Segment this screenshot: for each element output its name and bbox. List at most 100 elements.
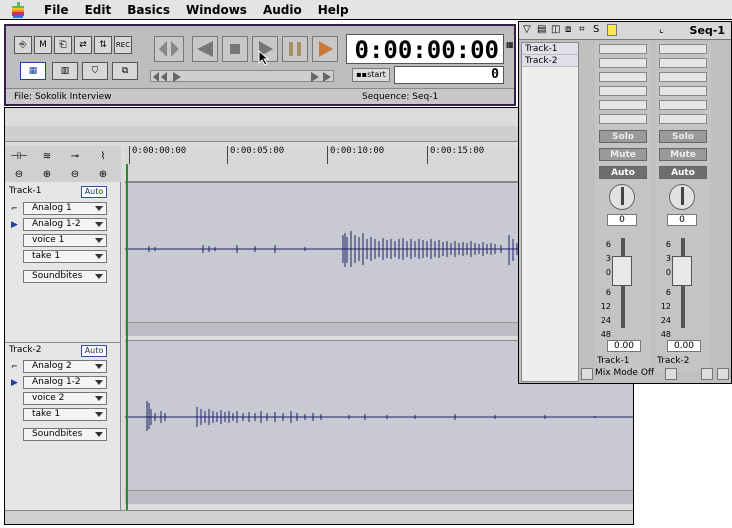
insert-slot[interactable] — [659, 114, 707, 124]
insert-slot[interactable] — [599, 100, 647, 110]
shield-icon[interactable]: ⛉ — [82, 62, 108, 80]
input-icon: ⌐ — [11, 362, 18, 371]
pause-button[interactable] — [282, 36, 308, 62]
track-1-input-popup[interactable]: Analog 1 — [23, 202, 107, 215]
document-icon[interactable]: ▤ — [537, 24, 546, 35]
track-2-name[interactable]: Track-2 — [9, 345, 42, 355]
strip-2-mute-button[interactable]: Mute — [659, 148, 707, 161]
record-setup-icon[interactable]: ⎆ — [14, 36, 32, 54]
strip-1-pan-knob[interactable] — [609, 184, 635, 210]
menu-edit[interactable]: Edit — [77, 0, 120, 20]
playhead-line[interactable] — [126, 164, 128, 510]
start-value-field[interactable]: 0 — [394, 66, 504, 84]
zoom-in-icon[interactable]: ⊕ — [35, 166, 59, 182]
record-button[interactable] — [312, 36, 338, 62]
track-1-voice-popup[interactable]: voice 1 — [23, 234, 107, 247]
line-zoom-icon[interactable]: ⊸ — [63, 148, 87, 164]
grid-view-icon[interactable]: ▦ — [20, 62, 46, 80]
highlight-icon[interactable] — [607, 24, 617, 36]
camera-icon[interactable]: ⌗ — [579, 24, 585, 35]
scroll-left-icon[interactable] — [665, 368, 677, 380]
strip-1-volume-value[interactable]: 0.00 — [607, 340, 641, 352]
apple-icon[interactable] — [0, 0, 36, 20]
shuttle-icon[interactable] — [154, 36, 184, 62]
horizontal-scrollbar[interactable] — [5, 510, 633, 524]
menu-help[interactable]: Help — [310, 0, 357, 20]
column-view-icon[interactable]: ▥ — [52, 62, 78, 80]
time-counter[interactable]: 0:00:00:00 — [346, 34, 504, 64]
loop-icon[interactable]: ⇅ — [94, 36, 112, 54]
start-button[interactable]: ▪▪start — [352, 68, 390, 82]
insert-slot[interactable] — [599, 114, 647, 124]
waveform-zoom-icon[interactable]: ≋ — [35, 148, 59, 164]
solo-toggle-icon[interactable]: S — [593, 24, 599, 35]
resize-grip-icon[interactable] — [717, 368, 729, 380]
waveform-icon[interactable]: ⌇ — [91, 148, 115, 164]
track-1-name[interactable]: Track-1 — [9, 186, 42, 196]
menu-audio[interactable]: Audio — [255, 0, 310, 20]
window-swap-icon[interactable]: ⧉ — [112, 62, 138, 80]
strip-2-pan-knob[interactable] — [669, 184, 695, 210]
zoom-out-icon[interactable]: ⊖ — [7, 166, 31, 182]
insert-slot[interactable] — [659, 100, 707, 110]
menu-windows[interactable]: Windows — [178, 0, 255, 20]
scroll-up-icon[interactable] — [581, 368, 593, 380]
track-2-take-popup[interactable]: take 1 — [23, 408, 107, 421]
strip-2-auto-button[interactable]: Auto — [659, 166, 707, 179]
track-1-group-popup[interactable]: Soundbites — [23, 270, 107, 283]
stop-button[interactable] — [222, 36, 248, 62]
track-2-automation-strip[interactable] — [125, 490, 633, 504]
insert-slot[interactable] — [599, 58, 647, 68]
track-1-auto-button[interactable]: Auto — [81, 186, 107, 198]
menu-file[interactable]: File — [36, 0, 77, 20]
strip-2-pan-value[interactable]: 0 — [667, 214, 697, 226]
strip-1-mute-button[interactable]: Mute — [599, 148, 647, 161]
mixer-strip-2: Solo Mute Auto 0 6 3 0 6 12 24 48 0.00 T… — [655, 42, 711, 372]
split-track-icon[interactable]: ⊣⊢ — [7, 148, 31, 164]
insert-slot[interactable] — [659, 44, 707, 54]
counter-menu-icon[interactable]: ▦ — [506, 40, 514, 58]
input-icon: ⌐ — [11, 204, 18, 213]
rewind-button[interactable] — [192, 36, 218, 62]
insert-slot[interactable] — [599, 72, 647, 82]
mixer-list-item[interactable]: Track-1 — [522, 43, 578, 55]
menu-bar: File Edit Basics Windows Audio Help — [0, 0, 732, 20]
arrow-tool-icon[interactable]: ⇄ — [74, 36, 92, 54]
track-2-output-label: Analog 1-2 — [32, 377, 81, 387]
marker-icon[interactable]: ⎗ — [54, 36, 72, 54]
track-2-input-popup[interactable]: Analog 2 — [23, 360, 107, 373]
insert-slot[interactable] — [599, 86, 647, 96]
strip-2-fader-handle[interactable] — [672, 256, 692, 286]
strip-2-name: Track-2 — [657, 356, 690, 366]
collapse-icon[interactable]: ▽ — [523, 24, 531, 35]
track-2-voice-popup[interactable]: voice 2 — [23, 392, 107, 405]
strip-2-volume-value[interactable]: 0.00 — [667, 340, 701, 352]
insert-slot[interactable] — [599, 44, 647, 54]
mix-mode-label[interactable]: Mix Mode Off — [595, 368, 654, 378]
zoom-out-vertical-icon[interactable]: ⊖ — [63, 166, 87, 182]
insert-slot[interactable] — [659, 86, 707, 96]
scroll-right-icon[interactable] — [701, 368, 713, 380]
strip-2-solo-button[interactable]: Solo — [659, 130, 707, 143]
track-2-output-popup[interactable]: Analog 1-2 — [23, 376, 107, 389]
record-enable-icon[interactable]: REC — [114, 36, 132, 54]
scrub-bar[interactable] — [150, 70, 334, 82]
track-2-group-popup[interactable]: Soundbites — [23, 428, 107, 441]
strip-1-solo-button[interactable]: Solo — [599, 130, 647, 143]
track-1-output-popup[interactable]: Analog 1-2 — [23, 218, 107, 231]
insert-slot[interactable] — [659, 72, 707, 82]
mixer-list-item[interactable]: Track-2 — [522, 55, 578, 67]
output-icon: ▶ — [11, 220, 18, 230]
track-2-auto-button[interactable]: Auto — [81, 345, 107, 357]
zoom-in-vertical-icon[interactable]: ⊕ — [91, 166, 115, 182]
strip-1-pan-value[interactable]: 0 — [607, 214, 637, 226]
insert-slot[interactable] — [659, 58, 707, 68]
track-1-take-popup[interactable]: take 1 — [23, 250, 107, 263]
insert-icon[interactable]: ◫ — [551, 24, 560, 35]
strip-1-auto-button[interactable]: Auto — [599, 166, 647, 179]
menu-basics[interactable]: Basics — [119, 0, 178, 20]
edit-mode-icon[interactable]: M — [34, 36, 52, 54]
send-icon[interactable]: ⧈ — [565, 24, 571, 35]
strip-1-fader-handle[interactable] — [612, 256, 632, 286]
track-2-input-label: Analog 2 — [32, 361, 72, 371]
